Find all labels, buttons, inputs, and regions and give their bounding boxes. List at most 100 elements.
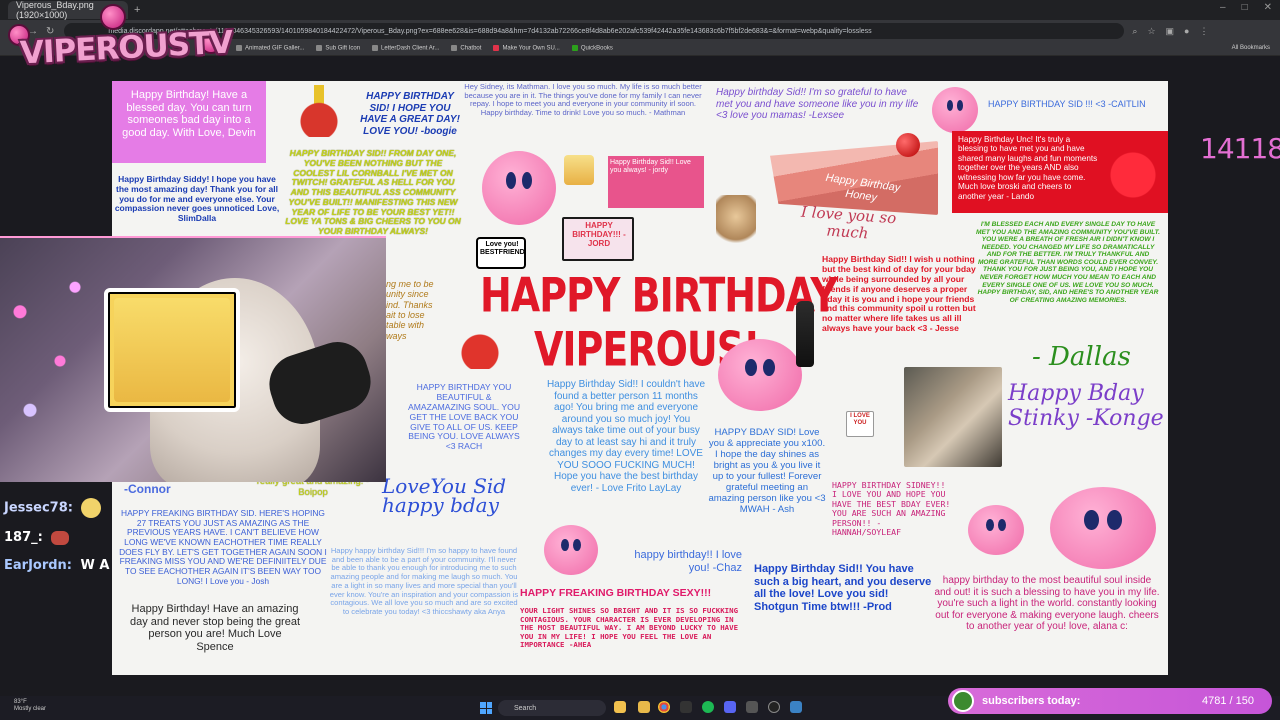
ilu-badge-text: I LOVE YOU — [850, 413, 870, 426]
weather-temp: 83°F — [14, 699, 27, 705]
chat-message: Jessec78: — [4, 498, 101, 518]
led-lights — [0, 238, 100, 482]
message-ash: HAPPY BDAY SID! Love you & appreciate yo… — [708, 427, 826, 516]
bookmark-icon — [571, 45, 578, 52]
chat-username: EarJordn: — [4, 558, 73, 573]
star-icon[interactable]: ☆ — [1147, 26, 1155, 37]
chat-overlay: Jessec78: 187_: EarJordn: W A — [0, 486, 112, 596]
subs-label: subscribers today: — [982, 695, 1081, 707]
bookmark-icon — [316, 45, 323, 52]
message-alana: happy birthday to the most beautiful sou… — [934, 575, 1160, 632]
message-partial-left: ng me to be unity since ind. Thanks ait … — [386, 279, 434, 341]
kirby-cat-sticker — [1050, 487, 1156, 569]
chat-message: 187_: — [4, 530, 69, 545]
close-window-icon[interactable]: ✕ — [1264, 2, 1272, 13]
start-button[interactable] — [480, 702, 492, 714]
sub-goal-counter: 14118 — [1200, 132, 1280, 165]
emote-icon — [50, 530, 69, 545]
kirby-sticker — [932, 87, 978, 133]
message-konge: Happy Bday Stinky -Konge — [1008, 381, 1164, 432]
x-icon[interactable] — [680, 701, 692, 713]
message-lexsee: Happy birthday Sid!! I'm so grateful to … — [716, 87, 919, 121]
taskbar-search[interactable]: Search — [498, 700, 606, 716]
party-hat-sticker — [294, 85, 344, 137]
cherry-sticker — [896, 133, 920, 157]
message-jordy: Happy Birthday Sid!! Love you always! - … — [610, 159, 691, 175]
message-jesse: Happy Birthday Sid!! I wish u nothing bu… — [822, 254, 976, 334]
message-spence: Happy Birthday! Have an amazing day and … — [130, 603, 301, 653]
all-bookmarks-button[interactable]: All Bookmarks — [1232, 45, 1270, 51]
message-connor: -Connor — [124, 482, 171, 496]
webcam-feed — [0, 236, 386, 482]
chat-message: EarJordn: W A — [4, 558, 109, 573]
message-chaz: happy birthday!! I love you! -Chaz — [634, 549, 742, 574]
dog-photo — [716, 195, 756, 249]
dallas-signature: - Dallas — [1032, 342, 1131, 372]
love-you-badge-text: Love you! BESTFRIEND — [480, 241, 525, 257]
message-devin: Happy Birthday! Have a blessed day. You … — [122, 89, 256, 139]
menu-icon[interactable]: ⋮ — [1199, 26, 1208, 37]
bookmark-item[interactable]: Make Your Own SU... — [493, 45, 560, 52]
chat-text: W A — [80, 558, 110, 573]
bookmark-item[interactable]: Sub Gift Icon — [316, 45, 360, 52]
message-lando: Happy Birthday Unc! It's truly a blessin… — [958, 135, 1098, 201]
files-icon[interactable] — [614, 701, 626, 713]
cherry-icon — [100, 4, 126, 30]
screen: Viperous_Bday.png (1920×1000) × + – □ ✕ … — [0, 0, 1280, 720]
message-anya: Happy happy birthday Sid!!! I'm so happy… — [329, 546, 519, 617]
subs-value: 4781 / 150 — [1202, 695, 1254, 707]
message-laylay: Happy Birthday Sid!! I couldn't have fou… — [546, 379, 706, 494]
extensions-icon[interactable]: ▣ — [1166, 26, 1175, 37]
iloveyou-script: I love you so much — [800, 202, 897, 243]
app-icon[interactable] — [790, 701, 802, 713]
message-hannah: HAPPY BIRTHDAY SIDNEY!! I LOVE YOU AND H… — [832, 480, 951, 538]
profile-icon[interactable]: ● — [1184, 26, 1189, 37]
kirby-party-sticker — [718, 339, 802, 411]
spotify-icon[interactable] — [702, 701, 714, 713]
couple-photo — [904, 367, 1002, 467]
message-yellow-long: HAPPY BIRTHDAY SID!! FROM DAY ONE, YOU'V… — [285, 148, 461, 237]
message-josh: HAPPY FREAKING BIRTHDAY SID. HERE'S HOPI… — [119, 508, 327, 586]
bookmark-icon — [451, 45, 458, 52]
message-rach: HAPPY BIRTHDAY YOU BEAUTIFUL & AMAZAMAZI… — [407, 382, 521, 452]
app-icon[interactable] — [746, 701, 758, 713]
url-actions: ⌕ ☆ ▣ ● ⋮ — [1132, 26, 1208, 37]
loveyou-script: LoveYou Sid happy bday — [382, 474, 507, 517]
obs-icon[interactable] — [768, 701, 780, 713]
weather-desc: Mostly clear — [14, 705, 47, 712]
discord-icon[interactable] — [724, 701, 736, 713]
message-ahea: YOUR LIGHT SHINES SO BRIGHT AND IT IS SO… — [520, 606, 739, 650]
bookmark-item[interactable]: Animated GIF Galler... — [236, 45, 304, 52]
emote-icon — [80, 498, 101, 518]
cake-emoji — [564, 155, 594, 185]
red-frog-sticker — [1106, 143, 1160, 207]
message-caitlin: HAPPY BIRTHDAY SID !!! <3 -CAITLIN — [988, 99, 1146, 109]
pepe-sticker — [456, 329, 504, 369]
chrome-icon[interactable] — [658, 701, 670, 713]
logo-text: VIPEROUSTV — [19, 24, 234, 72]
bookmark-icon — [493, 45, 500, 52]
bookmark-item[interactable]: Chatbot — [451, 45, 481, 52]
message-dallas-long: I'M BLESSED EACH AND EVERY SINGLE DAY TO… — [976, 221, 1160, 304]
chat-username: Jessec78: — [4, 500, 73, 516]
avatar — [952, 690, 974, 712]
message-prod: Happy Birthday Sid!! You have such a big… — [754, 563, 932, 613]
bookmark-icon — [372, 45, 379, 52]
message-mathman: Hey Sidney, its Mathman. I love you so m… — [464, 82, 702, 118]
folder-icon[interactable] — [638, 701, 650, 713]
message-boogie: HAPPY BIRTHDAY SID! I HOPE YOU HAVE A GR… — [360, 91, 460, 137]
kirby-heart-sticker — [544, 525, 598, 575]
censor-box — [104, 288, 240, 412]
champagne-sticker — [796, 301, 814, 367]
kirby-hug-sticker — [968, 505, 1024, 555]
weather-widget[interactable]: 83°F Mostly clear — [14, 699, 46, 712]
kirby-sticker — [482, 151, 556, 225]
bookmark-item[interactable]: LetterDash Client Ar... — [372, 45, 439, 52]
window-controls: – □ ✕ — [1220, 2, 1272, 13]
bookmark-item[interactable]: QuickBooks — [571, 45, 613, 52]
zoom-icon[interactable]: ⌕ — [1132, 26, 1137, 37]
minimize-icon[interactable]: – — [1220, 2, 1226, 13]
message-ahea-title: HAPPY FREAKING BIRTHDAY SEXY!!! — [520, 587, 712, 599]
maximize-icon[interactable]: □ — [1242, 2, 1248, 13]
stream-logo: VIPEROUSTV — [2, 2, 234, 78]
